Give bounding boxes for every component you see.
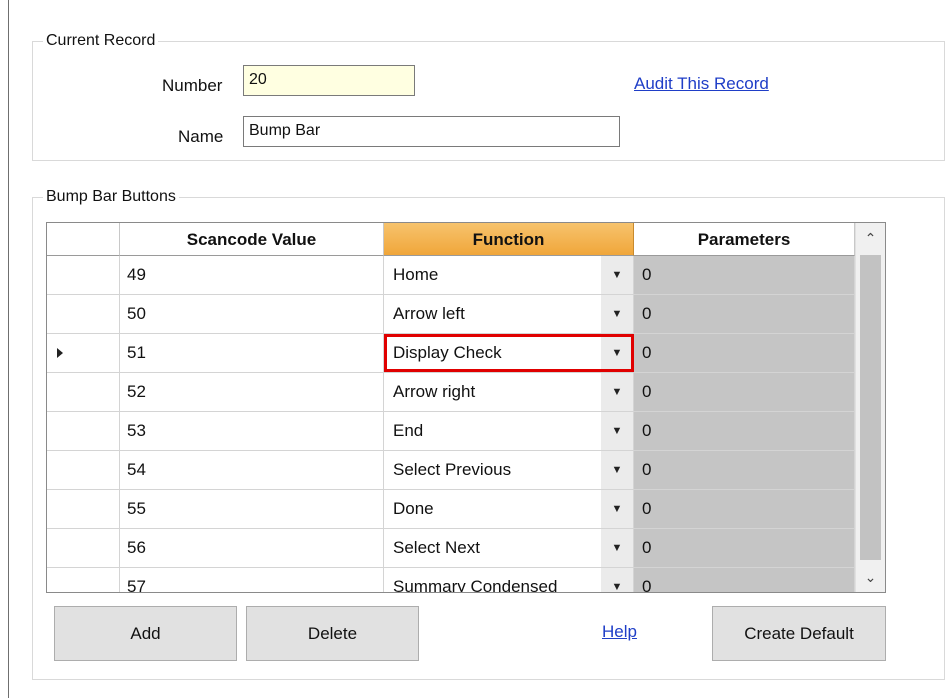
row-indicator-cell[interactable] [47, 451, 120, 490]
parameters-cell[interactable]: 0 [634, 256, 855, 295]
scancode-cell[interactable]: 53 [120, 412, 384, 451]
row-indicator-cell[interactable] [47, 373, 120, 412]
function-value: Summary Condensed [393, 577, 558, 593]
row-indicator-cell[interactable] [47, 256, 120, 295]
grid-vertical-scrollbar[interactable]: ⌃ ⌄ [855, 223, 885, 592]
function-dropdown[interactable]: Arrow right ▼ [384, 373, 634, 412]
scroll-up-icon[interactable]: ⌃ [856, 223, 885, 253]
function-value: Select Next [393, 538, 480, 557]
highlight-outline [384, 334, 634, 372]
function-dropdown[interactable]: Summary Condensed ▼ [384, 568, 634, 593]
number-label: Number [162, 76, 223, 95]
function-value: Select Previous [393, 460, 512, 479]
current-row-arrow-icon [57, 348, 63, 358]
scancode-cell[interactable]: 52 [120, 373, 384, 412]
create-default-button[interactable]: Create Default [712, 606, 886, 661]
parameters-cell[interactable]: 0 [634, 295, 855, 334]
function-value: Arrow right [393, 382, 476, 401]
bump-bar-buttons-legend: Bump Bar Buttons [46, 188, 176, 205]
delete-button[interactable]: Delete [246, 606, 419, 661]
function-dropdown[interactable]: Home ▼ [384, 256, 634, 295]
row-indicator-cell[interactable] [47, 412, 120, 451]
parameters-cell[interactable]: 0 [634, 529, 855, 568]
scancode-cell[interactable]: 55 [120, 490, 384, 529]
function-value: End [393, 421, 424, 440]
table-row[interactable]: 53 End ▼ 0 [47, 412, 855, 451]
row-indicator-cell[interactable] [47, 568, 120, 592]
row-indicator-cell[interactable] [47, 490, 120, 529]
table-row[interactable]: 54 Select Previous ▼ 0 [47, 451, 855, 490]
table-row[interactable]: 57 Summary Condensed ▼ 0 [47, 568, 855, 593]
function-value: Done [393, 499, 434, 518]
add-button[interactable]: Add [54, 606, 237, 661]
function-dropdown[interactable]: Select Previous ▼ [384, 451, 634, 490]
chevron-down-icon[interactable]: ▼ [601, 412, 633, 450]
function-dropdown[interactable]: Arrow left ▼ [384, 295, 634, 334]
audit-record-link[interactable]: Audit This Record [634, 74, 769, 94]
chevron-down-icon[interactable]: ▼ [601, 490, 633, 528]
scancode-cell[interactable]: 49 [120, 256, 384, 295]
function-dropdown[interactable]: Done ▼ [384, 490, 634, 529]
scancode-cell[interactable]: 57 [120, 568, 384, 592]
scrollbar-thumb[interactable] [860, 255, 881, 560]
scancode-cell[interactable]: 51 [120, 334, 384, 373]
chevron-down-icon[interactable]: ▼ [601, 295, 633, 333]
table-row[interactable]: 49 Home ▼ 0 [47, 256, 855, 295]
scancode-cell[interactable]: 54 [120, 451, 384, 490]
chevron-down-icon[interactable]: ▼ [601, 256, 633, 294]
number-field[interactable]: 20 [243, 65, 415, 96]
table-row[interactable]: 52 Arrow right ▼ 0 [47, 373, 855, 412]
help-link[interactable]: Help [602, 622, 637, 642]
scancode-cell[interactable]: 56 [120, 529, 384, 568]
name-label: Name [178, 127, 224, 146]
name-field[interactable]: Bump Bar [243, 116, 620, 147]
chevron-down-icon[interactable]: ▼ [601, 451, 633, 489]
table-row[interactable]: 55 Done ▼ 0 [47, 490, 855, 529]
function-value: Home [393, 265, 439, 284]
row-indicator-cell[interactable] [47, 295, 120, 334]
parameters-cell[interactable]: 0 [634, 490, 855, 529]
table-row[interactable]: 51 Display Check ▼ 0 [47, 334, 855, 373]
chevron-down-icon[interactable]: ▼ [601, 568, 633, 592]
column-header-function[interactable]: Function [384, 223, 634, 256]
chevron-down-icon[interactable]: ▼ [601, 373, 633, 411]
function-value: Arrow left [393, 304, 465, 323]
parameters-cell[interactable]: 0 [634, 373, 855, 412]
table-row[interactable]: 50 Arrow left ▼ 0 [47, 295, 855, 334]
bump-bar-grid[interactable]: Scancode Value Function Parameters 49 Hom… [46, 222, 886, 593]
parameters-cell[interactable]: 0 [634, 568, 855, 592]
row-indicator-cell[interactable] [47, 529, 120, 568]
parameters-cell[interactable]: 0 [634, 412, 855, 451]
parameters-cell[interactable]: 0 [634, 451, 855, 490]
column-header-scancode[interactable]: Scancode Value [120, 223, 384, 256]
chevron-down-icon[interactable]: ▼ [601, 529, 633, 567]
parameters-cell[interactable]: 0 [634, 334, 855, 373]
function-dropdown[interactable]: End ▼ [384, 412, 634, 451]
function-dropdown[interactable]: Select Next ▼ [384, 529, 634, 568]
table-row[interactable]: 56 Select Next ▼ 0 [47, 529, 855, 568]
current-record-legend: Current Record [46, 32, 156, 49]
row-header-corner [47, 223, 120, 256]
scroll-down-icon[interactable]: ⌄ [856, 562, 885, 592]
column-header-parameters[interactable]: Parameters [634, 223, 855, 256]
scancode-cell[interactable]: 50 [120, 295, 384, 334]
row-indicator-cell[interactable] [47, 334, 120, 373]
